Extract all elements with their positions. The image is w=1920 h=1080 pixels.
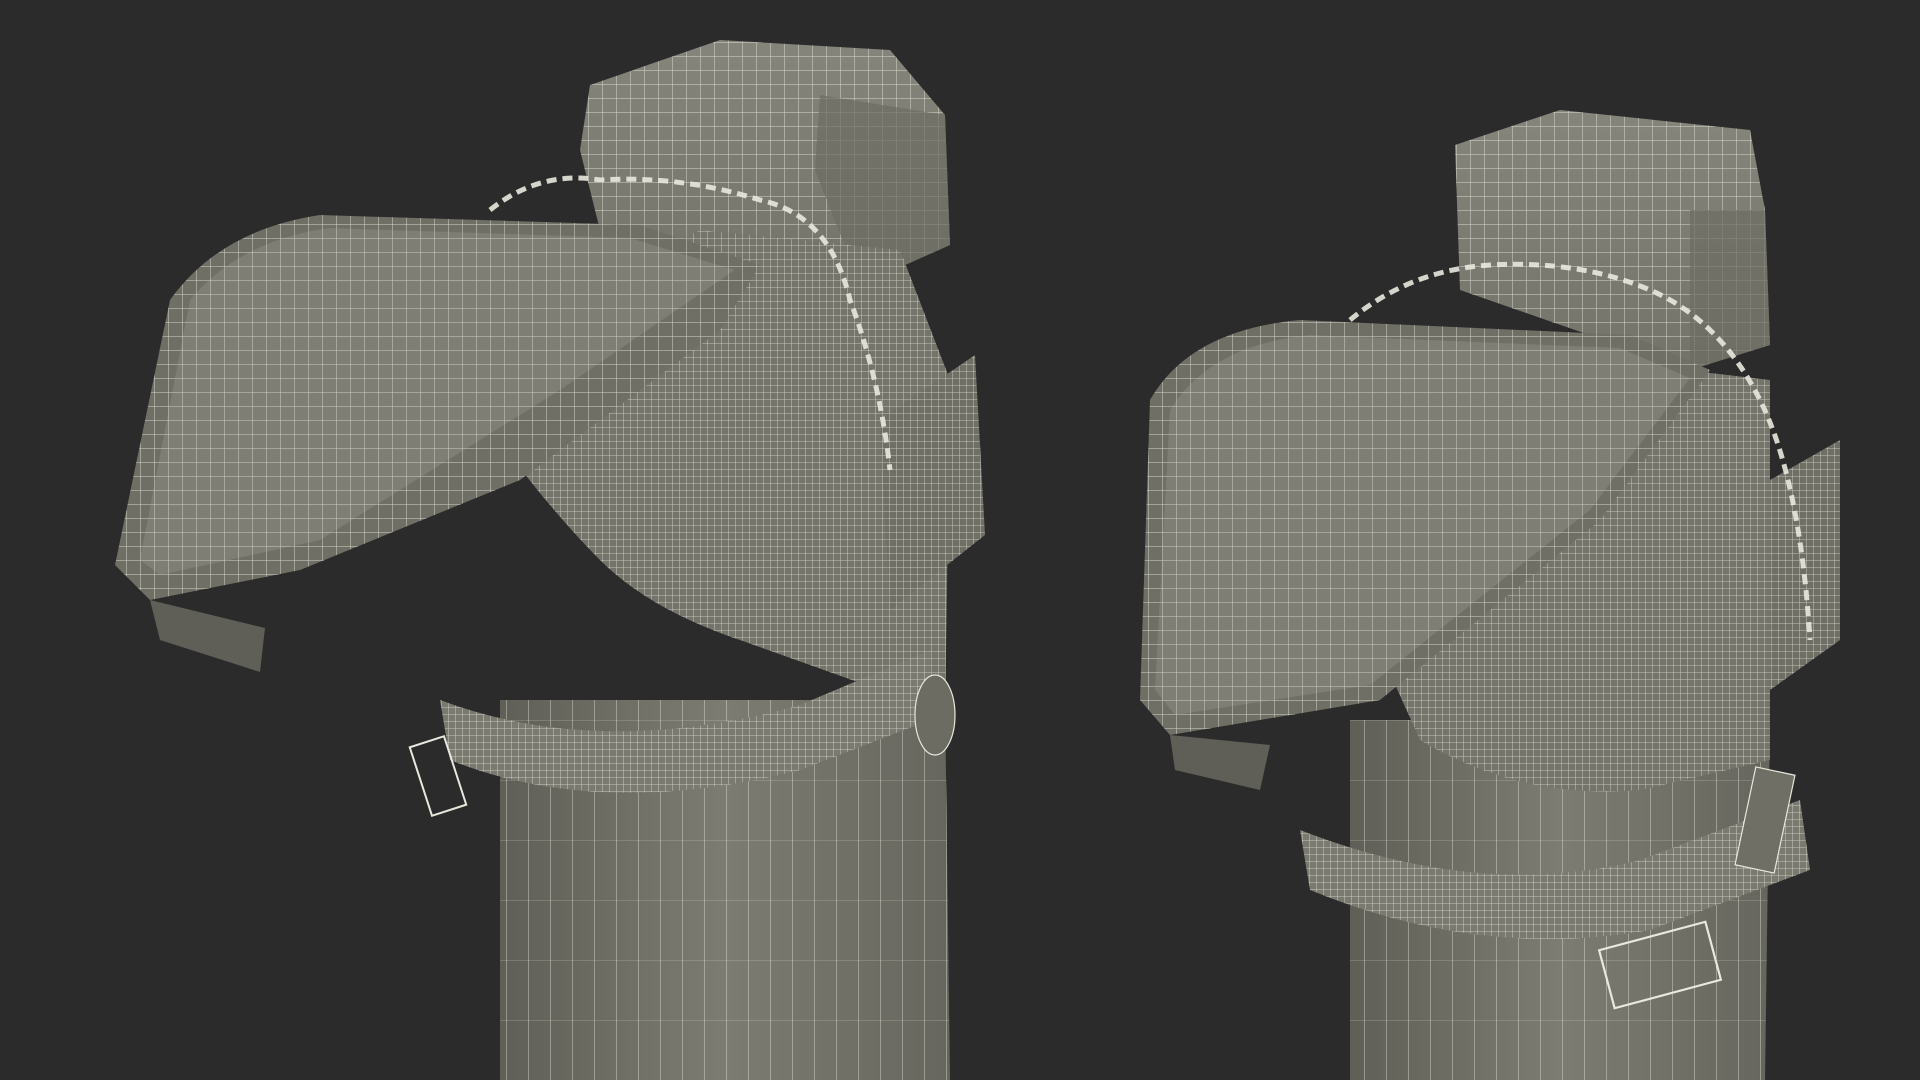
wireframe-render [115,40,1840,1080]
strap-rivet [914,674,956,756]
boot-model-left [115,40,985,1080]
3d-viewport [0,0,1920,1080]
boot-model-right [1140,110,1840,1080]
